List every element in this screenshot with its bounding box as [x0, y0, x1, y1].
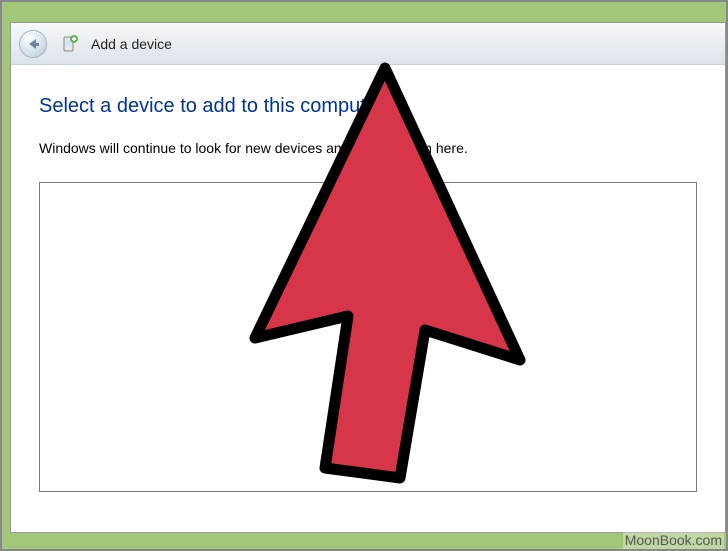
page-heading: Select a device to add to this computer — [39, 95, 697, 118]
add-device-icon — [59, 34, 79, 54]
page-description: Windows will continue to look for new de… — [39, 140, 697, 156]
titlebar: Add a device — [11, 23, 725, 65]
add-device-window: Add a device Select a device to add to t… — [10, 22, 726, 533]
back-arrow-icon — [29, 39, 36, 49]
watermark: MoonBook.com — [623, 531, 724, 549]
window-title: Add a device — [91, 36, 172, 52]
content-area: Select a device to add to this computer … — [11, 65, 725, 492]
device-list-box[interactable] — [39, 182, 697, 492]
back-button[interactable] — [19, 30, 47, 58]
